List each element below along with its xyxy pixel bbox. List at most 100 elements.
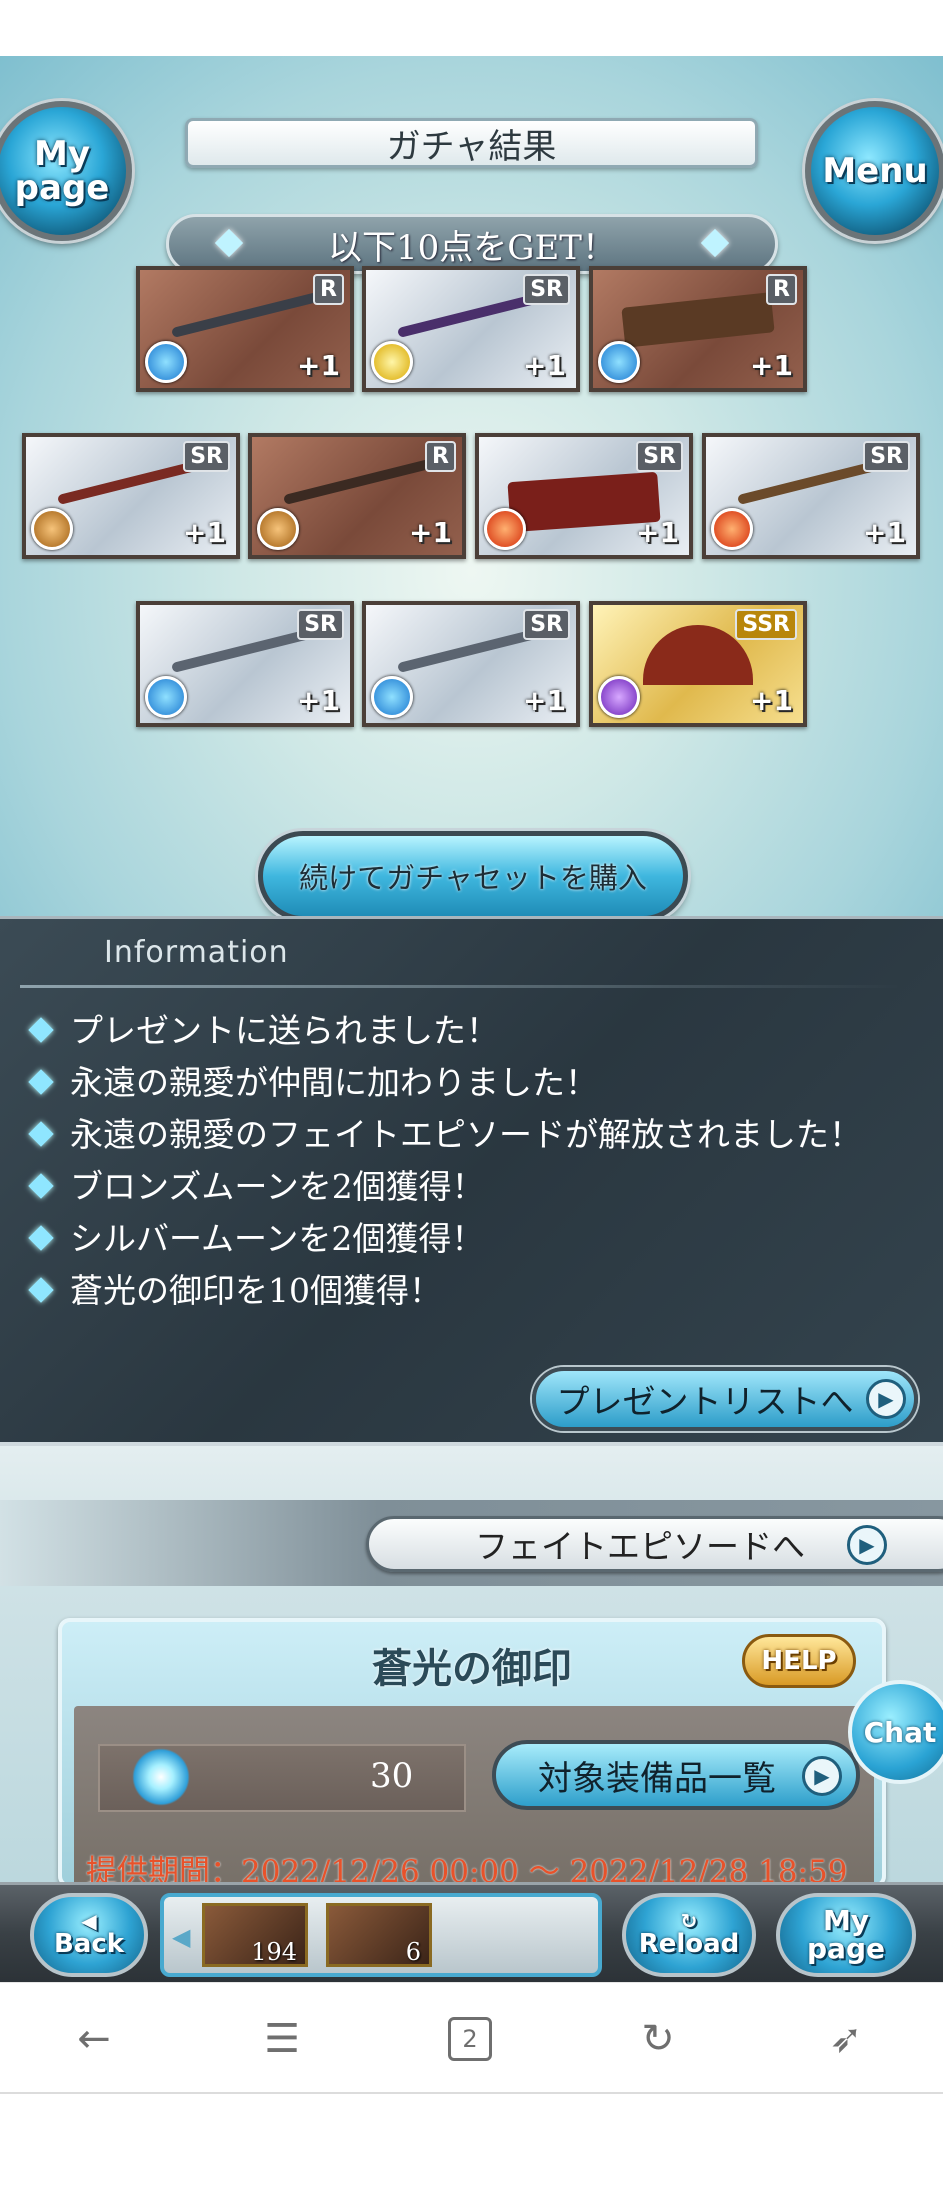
play-arrow-icon: ▶ — [802, 1756, 842, 1796]
item-art — [171, 292, 319, 338]
rarity-badge: SR — [183, 441, 230, 472]
reload-label: Reload — [638, 1929, 740, 1959]
diamond-bullet-icon — [28, 1017, 54, 1043]
fire-element-icon — [711, 508, 753, 550]
status-bar — [0, 0, 943, 56]
browser-nav-bar: ← ☰ 2 ↻ ➶ — [0, 1982, 943, 2092]
rarity-badge: SR — [523, 274, 570, 305]
gacha-results-area: ガチャ結果 My page Menu 以下10点をGET！ R +1 SR +1… — [0, 56, 943, 921]
item-art — [283, 459, 431, 505]
target-equipment-label: 対象装備品一覧 — [538, 1758, 776, 1799]
earth-element-icon — [257, 508, 299, 550]
help-button[interactable]: HELP — [742, 1634, 856, 1688]
game-app: { "header": { "title": "ガチャ結果", "mypage_… — [0, 0, 943, 2200]
item-count: +1 — [750, 349, 793, 382]
mypage-button[interactable]: My page — [0, 101, 132, 241]
present-list-button[interactable]: プレゼントリストへ ▶ — [532, 1367, 918, 1431]
dark-element-icon — [598, 676, 640, 718]
item-count: +1 — [183, 516, 226, 549]
message-text: 永遠の親愛のフェイトエピソードが解放されました！ — [70, 1115, 862, 1154]
diamond-bullet-icon — [28, 1277, 54, 1303]
back-arrow-icon: ◀ — [81, 1909, 97, 1933]
quick-item[interactable]: 194 — [202, 1903, 308, 1967]
quick-item-count: 6 — [405, 1938, 421, 1966]
lower-area: フェイトエピソードへ ▶ 蒼光の御印 HELP 30 対象装備品一覧 ▶ 提供期… — [0, 1446, 943, 1890]
list-item: プレゼントに送られました！ — [22, 1005, 902, 1057]
item-card[interactable]: R +1 — [136, 266, 354, 392]
light-element-icon — [371, 341, 413, 383]
reload-button[interactable]: ↻ Reload — [622, 1893, 756, 1977]
seal-star-icon — [132, 1748, 190, 1806]
item-card[interactable]: SR +1 — [22, 433, 240, 559]
water-element-icon — [598, 341, 640, 383]
message-text: 永遠の親愛が仲間に加わりました！ — [70, 1063, 598, 1102]
target-equipment-list-button[interactable]: 対象装備品一覧 ▶ — [492, 1740, 860, 1810]
list-item: 蒼光の御印を10個獲得！ — [22, 1265, 902, 1317]
item-card[interactable]: R +1 — [589, 266, 807, 392]
present-list-label: プレゼントリストへ — [556, 1382, 854, 1421]
get-banner-text: 以下10点をGET！ — [328, 227, 616, 268]
menu-lines-icon[interactable]: ☰ — [252, 2011, 312, 2067]
fate-episode-label: フェイトエピソードへ — [475, 1527, 805, 1566]
diamond-bullet-icon — [28, 1121, 54, 1147]
rarity-badge: SR — [636, 441, 683, 472]
seal-count: 30 — [370, 1756, 414, 1796]
chat-button[interactable]: Chat — [848, 1680, 943, 1784]
play-arrow-icon: ▶ — [866, 1379, 906, 1419]
fate-episode-button[interactable]: フェイトエピソードへ ▶ — [366, 1516, 943, 1572]
rarity-badge: SR — [523, 609, 570, 640]
back-arrow-icon[interactable]: ← — [64, 2011, 124, 2067]
item-count: +1 — [750, 684, 793, 717]
message-text: ブロンズムーンを2個獲得！ — [70, 1167, 485, 1206]
diamond-bullet-icon — [28, 1069, 54, 1095]
item-count: +1 — [523, 349, 566, 382]
back-button[interactable]: ◀ Back — [30, 1893, 148, 1977]
item-card[interactable]: SSR +1 — [589, 601, 807, 727]
rarity-badge: SR — [297, 609, 344, 640]
item-count: +1 — [409, 516, 452, 549]
menu-button[interactable]: Menu — [805, 101, 943, 241]
item-card[interactable]: R +1 — [248, 433, 466, 559]
tab-count: 2 — [448, 2017, 492, 2061]
diamond-icon — [700, 228, 730, 258]
page-title: ガチャ結果 — [185, 118, 758, 168]
list-item: シルバームーンを2個獲得！ — [22, 1213, 902, 1265]
rarity-badge: SSR — [735, 609, 797, 640]
fire-element-icon — [484, 508, 526, 550]
item-count: +1 — [297, 349, 340, 382]
information-list: プレゼントに送られました！ 永遠の親愛が仲間に加わりました！ 永遠の親愛のフェイ… — [22, 1005, 902, 1317]
item-count: +1 — [636, 516, 679, 549]
refresh-icon[interactable]: ↻ — [628, 2011, 688, 2067]
item-card[interactable]: SR +1 — [362, 266, 580, 392]
item-art — [621, 292, 775, 348]
back-label: Back — [53, 1929, 125, 1959]
diamond-bullet-icon — [28, 1225, 54, 1251]
item-card[interactable]: SR +1 — [475, 433, 693, 559]
play-arrow-icon: ▶ — [847, 1525, 887, 1565]
mypage-footer-button[interactable]: My page — [776, 1893, 916, 1977]
rocket-icon[interactable]: ➶ — [816, 2011, 876, 2067]
information-title: Information — [104, 935, 289, 970]
quick-item-bar: ◀ 194 6 — [160, 1893, 602, 1977]
item-card[interactable]: SR +1 — [136, 601, 354, 727]
get-banner: 以下10点をGET！ — [166, 214, 778, 274]
item-count: +1 — [523, 684, 566, 717]
item-card[interactable]: SR +1 — [362, 601, 580, 727]
water-element-icon — [145, 341, 187, 383]
item-card[interactable]: SR +1 — [702, 433, 920, 559]
rarity-badge: SR — [863, 441, 910, 472]
message-text: 蒼光の御印を10個獲得！ — [70, 1271, 442, 1310]
left-arrow-icon[interactable]: ◀ — [172, 1923, 190, 1951]
item-count: +1 — [863, 516, 906, 549]
list-item: 永遠の親愛が仲間に加わりました！ — [22, 1057, 902, 1109]
quick-item[interactable]: 6 — [326, 1903, 432, 1967]
water-element-icon — [371, 676, 413, 718]
diamond-bullet-icon — [28, 1173, 54, 1199]
divider — [20, 985, 900, 988]
reload-icon: ↻ — [680, 1909, 698, 1933]
list-item: ブロンズムーンを2個獲得！ — [22, 1161, 902, 1213]
buy-gacha-set-again-button[interactable]: 続けてガチャセットを購入 — [258, 831, 688, 921]
game-footer: ◀ Back ◀ 194 6 ↻ Reload My page — [0, 1882, 943, 1982]
tabs-button[interactable]: 2 — [440, 2011, 500, 2067]
diamond-icon — [214, 228, 244, 258]
